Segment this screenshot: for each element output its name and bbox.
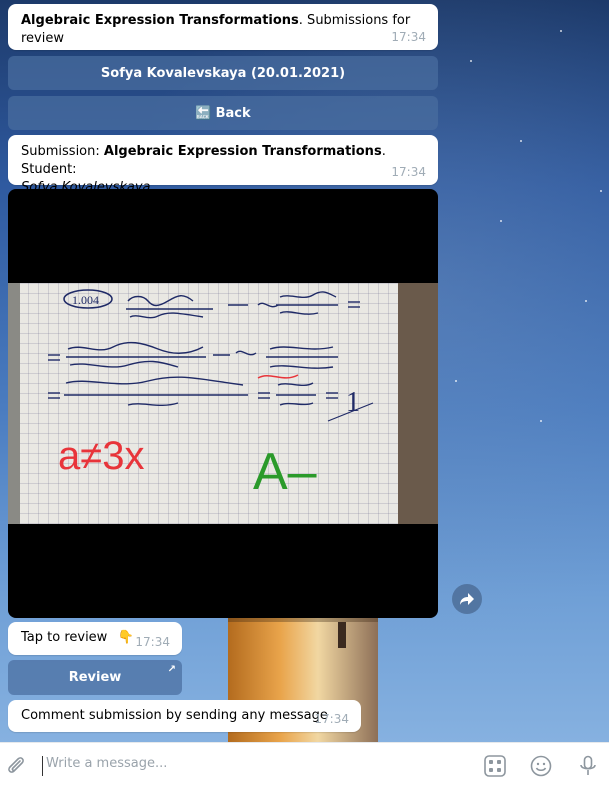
submission-title-bold: Algebraic Expression Transformations: [103, 144, 382, 159]
message-input[interactable]: Write a message...: [42, 756, 466, 776]
open-link-icon: ↗: [167, 664, 176, 675]
comment-text: Comment submission by sending any messag…: [21, 708, 328, 723]
task-number-label: 1.004: [72, 293, 99, 307]
microphone-icon[interactable]: [577, 755, 599, 777]
forward-icon[interactable]: [452, 584, 482, 614]
message-time: 17:34: [391, 30, 426, 44]
student-button[interactable]: Sofya Kovalevskaya (20.01.2021): [8, 56, 438, 90]
bot-commands-icon[interactable]: [484, 755, 506, 777]
submission-photo[interactable]: 1.004 1 a≠3x A–: [8, 189, 438, 618]
message-composer: Write a message...: [0, 742, 609, 787]
back-icon: 🔙: [195, 105, 212, 121]
header-message: Algebraic Expression Transformations. Su…: [8, 4, 438, 50]
submission-prefix: Submission:: [21, 144, 104, 159]
pointing-down-emoji: 👇: [117, 630, 134, 645]
paperclip-icon[interactable]: [6, 755, 26, 777]
student-button-label: Sofya Kovalevskaya (20.01.2021): [100, 65, 346, 81]
back-button-label: Back: [215, 105, 251, 121]
back-button[interactable]: 🔙 Back: [8, 96, 438, 130]
header-title-bold: Algebraic Expression Transformations: [21, 13, 299, 28]
tap-to-review-message: Tap to review 👇 17:34: [8, 622, 182, 655]
red-annotation: a≠3x: [58, 434, 144, 478]
submission-message: Submission: Algebraic Expression Transfo…: [8, 135, 438, 195]
tap-to-review-text: Tap to review: [21, 630, 108, 645]
notebook-page: 1.004 1 a≠3x A–: [8, 283, 438, 524]
review-button-label: Review: [68, 670, 122, 685]
message-time: 17:34: [391, 165, 426, 179]
comment-message: Comment submission by sending any messag…: [8, 700, 361, 732]
green-grade: A–: [253, 443, 317, 501]
message-time: 17:34: [314, 712, 349, 726]
message-time: 17:34: [135, 635, 170, 649]
emoji-icon[interactable]: [530, 755, 552, 777]
review-button[interactable]: Review ↗: [8, 660, 182, 695]
